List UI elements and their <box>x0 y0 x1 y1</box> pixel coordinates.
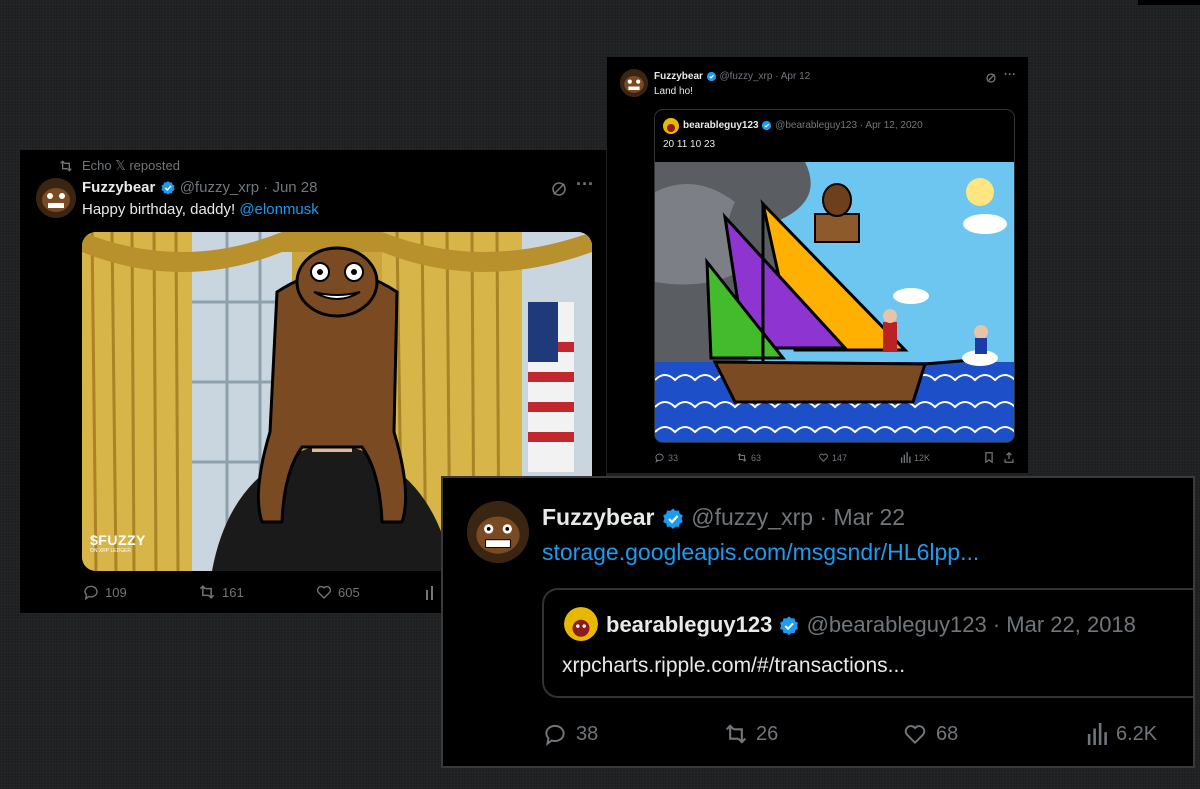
bookmark-icon[interactable] <box>984 452 994 463</box>
tweet-card-storage-link[interactable]: Fuzzybear @fuzzy_xrp · Mar 22 storage.go… <box>441 476 1195 768</box>
quoted-avatar <box>564 607 598 641</box>
tweet-link[interactable]: storage.googleapis.com/msgsndr/HL6lpp... <box>542 539 979 566</box>
tweet-card-land-ho[interactable]: Fuzzybear @fuzzy_xrp · Apr 12 ··· Land h… <box>607 57 1028 473</box>
heart-icon <box>316 585 332 599</box>
heart-icon <box>819 453 828 462</box>
quoted-avatar <box>663 118 679 134</box>
views-button[interactable]: 12K <box>900 452 984 463</box>
quoted-header: bearableguy123 @bearableguy123 · Apr 12,… <box>683 120 923 132</box>
grok-icon[interactable] <box>550 180 568 198</box>
avatar[interactable] <box>467 501 529 563</box>
author-handle[interactable]: @fuzzy_xrp <box>719 71 772 82</box>
reply-button[interactable]: 109 <box>82 583 197 601</box>
fuzzy-brand-logo: $FUZZY ON XRP LEDGER <box>90 532 146 554</box>
tweet-header: Fuzzybear @fuzzy_xrp · Jun 28 <box>82 179 318 196</box>
quoted-photo[interactable] <box>655 162 1014 442</box>
repost-icon <box>737 453 747 462</box>
share-icon[interactable] <box>1004 452 1014 463</box>
tweet-header: Fuzzybear @fuzzy_xrp · Apr 12 <box>654 71 810 82</box>
tweet-text: Happy birthday, daddy! @elonmusk <box>82 201 319 218</box>
tweet-date[interactable]: · Apr 12 <box>775 71 810 82</box>
quoted-tweet[interactable]: bearableguy123 @bearableguy123 · Apr 12,… <box>654 109 1015 443</box>
author-name[interactable]: Fuzzybear <box>542 504 654 530</box>
views-button[interactable]: 6.2K <box>1086 723 1157 746</box>
verified-badge-icon <box>762 120 772 131</box>
author-handle[interactable]: @fuzzy_xrp <box>180 179 259 196</box>
corner-strip <box>1138 0 1200 5</box>
quoted-tweet[interactable]: bearableguy123 @bearableguy123 · Mar 22,… <box>542 588 1193 698</box>
quoted-header: bearableguy123 @bearableguy123 · Mar 22,… <box>606 612 1136 637</box>
author-name[interactable]: Fuzzybear <box>654 71 703 82</box>
tweet-date[interactable]: · Mar 22 <box>819 504 905 530</box>
author-handle[interactable]: @fuzzy_xrp <box>691 504 813 530</box>
verified-badge-icon <box>780 616 799 636</box>
verified-badge-icon <box>663 508 683 529</box>
repost-label: Echo 𝕏 reposted <box>82 158 180 173</box>
tweet-text: Land ho! <box>654 86 693 97</box>
verified-badge-icon <box>706 71 716 82</box>
like-button[interactable]: 147 <box>818 452 900 463</box>
avatar[interactable] <box>620 69 648 97</box>
repost-icon <box>199 585 215 599</box>
repost-button[interactable]: 63 <box>736 452 818 463</box>
grok-icon[interactable] <box>985 72 997 84</box>
repost-icon <box>60 160 72 172</box>
author-name[interactable]: Fuzzybear <box>82 179 155 196</box>
reply-icon <box>655 453 664 463</box>
views-button[interactable] <box>425 584 435 600</box>
reply-button[interactable]: 33 <box>654 452 736 463</box>
avatar[interactable] <box>36 178 76 218</box>
tweet-header: Fuzzybear @fuzzy_xrp · Mar 22 <box>542 504 905 531</box>
repost-indicator: Echo 𝕏 reposted <box>58 158 180 174</box>
like-button[interactable]: 68 <box>902 721 1086 747</box>
reply-icon <box>84 585 98 601</box>
action-bar: 38 26 68 6.2K <box>542 721 1157 747</box>
reply-icon <box>545 724 565 747</box>
views-icon <box>426 586 433 600</box>
repost-button[interactable]: 26 <box>722 722 902 746</box>
action-bar: 109 161 605 <box>82 583 435 601</box>
verified-badge-icon <box>160 181 175 195</box>
repost-button[interactable]: 161 <box>197 583 315 601</box>
quoted-text: 20 11 10 23 <box>663 139 716 150</box>
more-options-icon[interactable]: ··· <box>1004 67 1016 81</box>
tweet-date[interactable]: · Jun 28 <box>263 179 317 196</box>
more-options-icon[interactable]: ··· <box>576 174 594 195</box>
reply-button[interactable]: 38 <box>542 721 722 747</box>
views-icon <box>900 452 911 463</box>
action-bar: 33 63 147 12K <box>654 452 1019 463</box>
repost-icon <box>725 724 747 744</box>
quoted-text: xrpcharts.ripple.com/#/transactions... <box>562 654 906 677</box>
like-button[interactable]: 605 <box>315 583 425 601</box>
views-icon <box>1087 723 1107 745</box>
heart-icon <box>904 725 926 745</box>
mention-link[interactable]: @elonmusk <box>239 201 318 218</box>
